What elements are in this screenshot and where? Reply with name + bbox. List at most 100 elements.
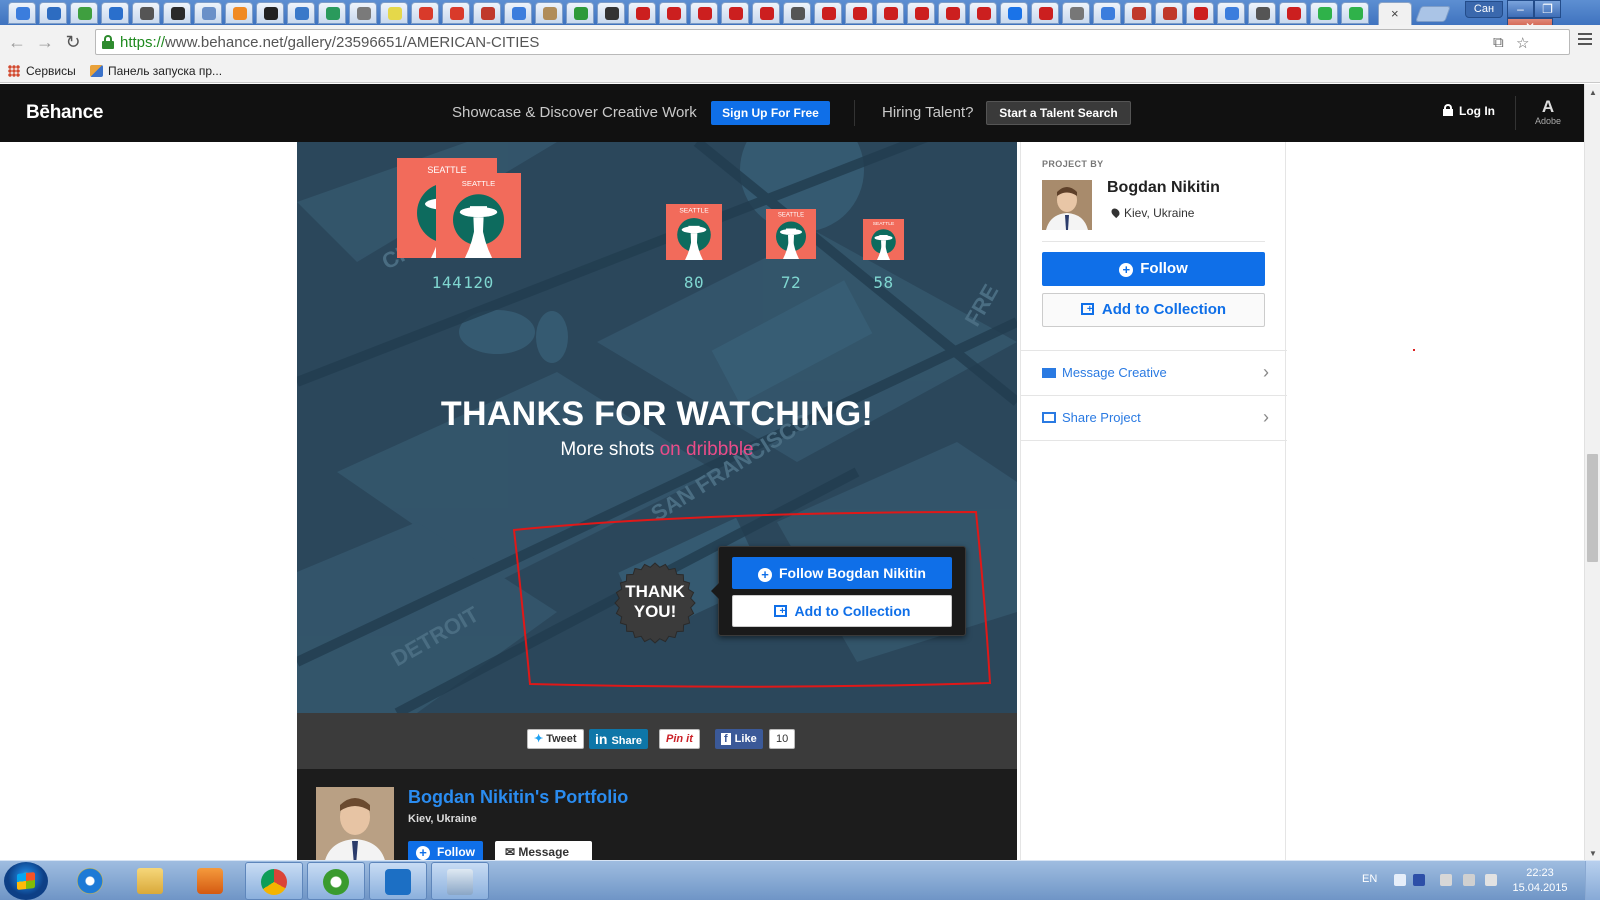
profile-button[interactable]: Сан xyxy=(1465,1,1503,18)
pinterest-button[interactable]: Pin it xyxy=(659,729,700,749)
pinned-tab[interactable] xyxy=(411,2,439,24)
active-tab[interactable]: × xyxy=(1378,2,1412,25)
pinned-tab[interactable] xyxy=(318,2,346,24)
owner-message-button[interactable]: ✉ Message xyxy=(495,841,592,860)
new-tab-button[interactable] xyxy=(1415,6,1451,22)
pinned-tab[interactable] xyxy=(721,2,749,24)
language-indicator[interactable]: EN xyxy=(1362,873,1377,885)
pinned-tab[interactable] xyxy=(1248,2,1276,24)
scroll-down-icon[interactable]: ▼ xyxy=(1589,849,1597,858)
pinned-tab[interactable] xyxy=(845,2,873,24)
system-clock[interactable]: 22:23 15.04.2015 xyxy=(1500,866,1580,896)
scrollbar-thumb[interactable] xyxy=(1587,454,1598,562)
popup-add-collection-button[interactable]: Add to Collection xyxy=(732,595,952,627)
pinned-tab[interactable] xyxy=(349,2,377,24)
taskbar-media-player[interactable] xyxy=(182,862,240,900)
adobe-link[interactable]: A Adobe xyxy=(1530,98,1566,127)
pinned-tab[interactable] xyxy=(70,2,98,24)
bookmark-apps[interactable]: Сервисы xyxy=(8,64,76,78)
restore-icon[interactable]: ❐ xyxy=(1534,0,1561,18)
pinned-tab[interactable] xyxy=(907,2,935,24)
taskbar-chrome[interactable] xyxy=(245,862,303,900)
bookmark-launcher[interactable]: Панель запуска пр... xyxy=(90,64,222,78)
start-button[interactable] xyxy=(4,862,48,900)
message-creative-link[interactable]: Message Creative › xyxy=(1021,350,1287,395)
pinned-tab[interactable] xyxy=(287,2,315,24)
taskbar-explorer[interactable] xyxy=(122,862,180,900)
pinned-tab[interactable] xyxy=(1000,2,1028,24)
address-bar[interactable]: https://www.behance.net/gallery/23596651… xyxy=(95,29,1570,55)
signup-button[interactable]: Sign Up For Free xyxy=(711,101,830,125)
pinned-tab[interactable] xyxy=(8,2,36,24)
bookmark-star-icon[interactable]: ☆ xyxy=(1516,34,1529,52)
login-link[interactable]: Log In xyxy=(1443,104,1495,118)
sidebar-follow-button[interactable]: + Follow xyxy=(1042,252,1265,286)
pinned-tab[interactable] xyxy=(442,2,470,24)
reload-icon[interactable]: ↻ xyxy=(62,31,84,53)
pinned-tab[interactable] xyxy=(876,2,904,24)
facebook-like-button[interactable]: f Like xyxy=(715,729,763,749)
back-arrow-icon[interactable]: ← xyxy=(6,31,28,53)
pinned-tab[interactable] xyxy=(690,2,718,24)
pinned-tab[interactable] xyxy=(132,2,160,24)
taskbar-utorrent[interactable] xyxy=(307,862,365,900)
sidebar-add-collection-button[interactable]: Add to Collection xyxy=(1042,293,1265,327)
creator-avatar[interactable] xyxy=(1042,180,1092,230)
pinned-tab[interactable] xyxy=(969,2,997,24)
tweet-button[interactable]: ✦ Tweet xyxy=(527,729,584,749)
pinned-tab[interactable] xyxy=(39,2,67,24)
taskbar-ie[interactable] xyxy=(62,862,120,900)
forward-arrow-icon[interactable]: → xyxy=(34,31,56,53)
scroll-up-icon[interactable]: ▲ xyxy=(1589,88,1597,97)
pinned-tab[interactable] xyxy=(1093,2,1121,24)
pinned-tab[interactable] xyxy=(225,2,253,24)
pinned-tab[interactable] xyxy=(163,2,191,24)
taskbar-notes[interactable] xyxy=(431,862,489,900)
minimize-icon[interactable]: – xyxy=(1507,0,1534,18)
creator-name-link[interactable]: Bogdan Nikitin xyxy=(1107,179,1220,197)
share-project-link[interactable]: Share Project › xyxy=(1021,395,1287,440)
pinned-tab[interactable] xyxy=(1217,2,1245,24)
tray-arrow-icon[interactable] xyxy=(1394,874,1406,886)
volume-icon[interactable] xyxy=(1463,874,1475,886)
translate-icon[interactable]: ⧉ xyxy=(1493,34,1504,51)
pinned-tab[interactable] xyxy=(597,2,625,24)
page-scrollbar[interactable]: ▲ ▼ xyxy=(1584,84,1600,860)
tray-app-icon[interactable] xyxy=(1413,874,1425,886)
owner-follow-button[interactable]: + Follow xyxy=(408,841,483,860)
action-center-icon[interactable] xyxy=(1485,874,1497,886)
pinned-tab[interactable] xyxy=(1062,2,1090,24)
pinned-tab[interactable] xyxy=(380,2,408,24)
chrome-menu-icon[interactable] xyxy=(1578,33,1592,47)
pinned-tab[interactable] xyxy=(1279,2,1307,24)
pinned-tab[interactable] xyxy=(1310,2,1338,24)
pinned-tab[interactable] xyxy=(783,2,811,24)
behance-logo[interactable]: Bēhance xyxy=(26,102,103,124)
pinned-tab[interactable] xyxy=(101,2,129,24)
taskbar-maxthon[interactable] xyxy=(369,862,427,900)
pinned-tab[interactable] xyxy=(814,2,842,24)
pinned-tab[interactable] xyxy=(566,2,594,24)
pinned-tab[interactable] xyxy=(473,2,501,24)
linkedin-share-button[interactable]: in Share xyxy=(589,729,649,749)
pinned-tab[interactable] xyxy=(1155,2,1183,24)
network-icon[interactable] xyxy=(1440,874,1452,886)
pinned-tab[interactable] xyxy=(938,2,966,24)
close-tab-icon[interactable]: × xyxy=(1391,6,1399,21)
pinned-tab[interactable] xyxy=(1031,2,1059,24)
pinned-tab[interactable] xyxy=(256,2,284,24)
show-desktop-button[interactable] xyxy=(1585,861,1600,900)
pinned-tab[interactable] xyxy=(752,2,780,24)
talent-search-button[interactable]: Start a Talent Search xyxy=(986,101,1131,125)
pinned-tab[interactable] xyxy=(1124,2,1152,24)
pinned-tab[interactable] xyxy=(659,2,687,24)
dribbble-link[interactable]: on dribbble xyxy=(660,439,754,460)
pinned-tab[interactable] xyxy=(504,2,532,24)
popup-follow-button[interactable]: + Follow Bogdan Nikitin xyxy=(732,557,952,589)
pinned-tab[interactable] xyxy=(535,2,563,24)
pinned-tab[interactable] xyxy=(628,2,656,24)
pinned-tab[interactable] xyxy=(1186,2,1214,24)
owner-avatar[interactable] xyxy=(316,787,394,860)
pinned-tab[interactable] xyxy=(194,2,222,24)
portfolio-title-link[interactable]: Bogdan Nikitin's Portfolio xyxy=(408,787,628,808)
